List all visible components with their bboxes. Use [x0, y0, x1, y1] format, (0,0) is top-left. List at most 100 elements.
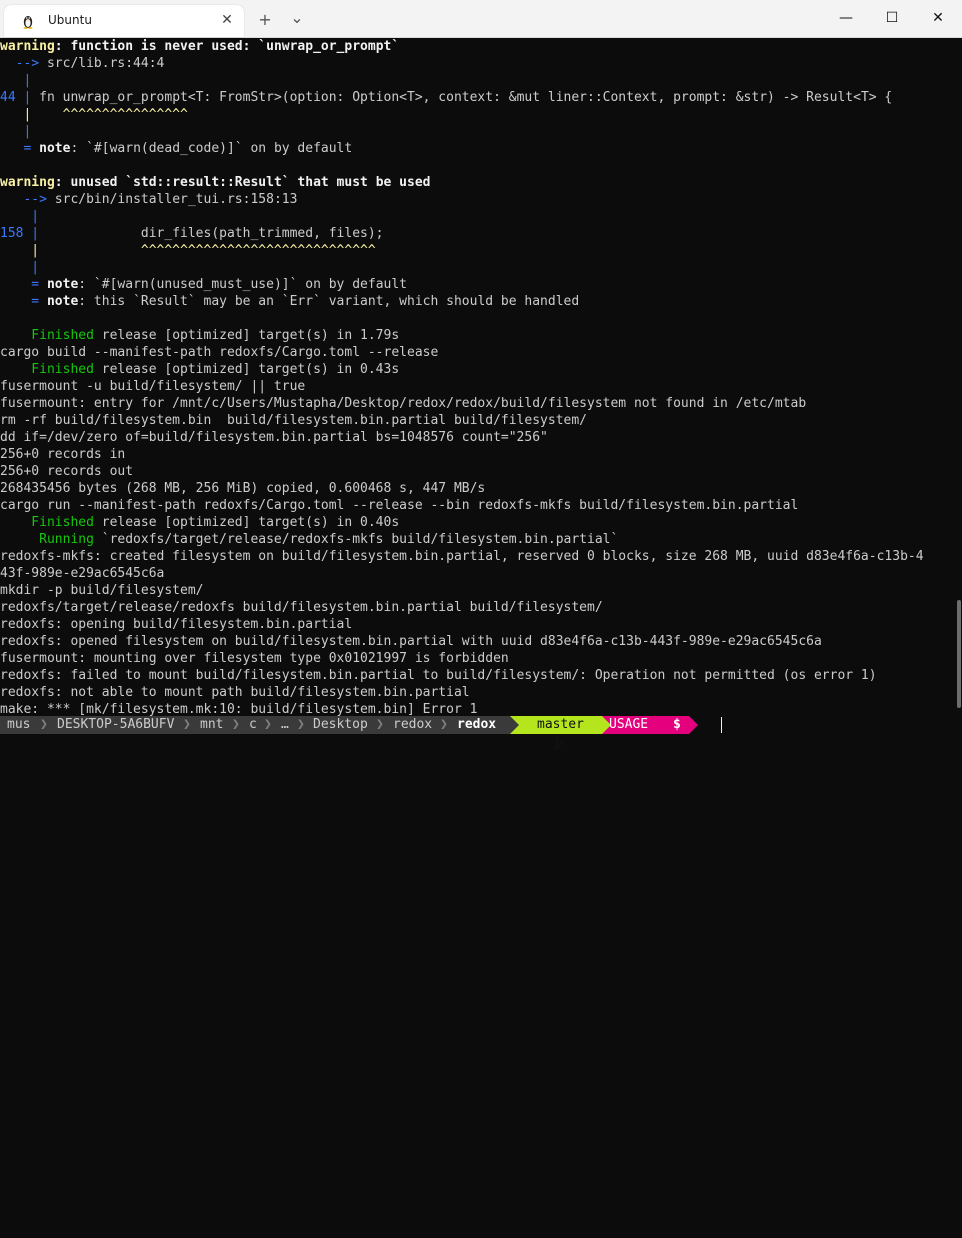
prompt-host: DESKTOP-5A6BUFV — [57, 717, 175, 732]
terminal-line: cargo run --manifest-path redoxfs/Cargo.… — [0, 497, 950, 514]
terminal-text: Finished — [0, 515, 94, 530]
terminal-line: | — [0, 72, 950, 89]
prompt-separator: ❯ — [297, 717, 305, 732]
terminal-line: Finished release [optimized] target(s) i… — [0, 361, 950, 378]
terminal-line: | ^^^^^^^^^^^^^^^^ — [0, 106, 950, 123]
terminal-line: = note: `#[warn(dead_code)]` on by defau… — [0, 140, 950, 157]
terminal-line: cargo build --manifest-path redoxfs/Carg… — [0, 344, 950, 361]
terminal-text: : `#[warn(dead_code)]` on by default — [70, 141, 353, 156]
linux-penguin-icon — [20, 13, 36, 29]
prompt-separator: ❯ — [264, 717, 272, 732]
terminal-line: 268435456 bytes (268 MB, 256 MiB) copied… — [0, 480, 950, 497]
terminal-line: dd if=/dev/zero of=build/filesystem.bin.… — [0, 429, 950, 446]
terminal-output[interactable]: warning: function is never used: `unwrap… — [0, 38, 950, 716]
terminal-text: Running — [0, 532, 94, 547]
terminal-text: make: *** [mk/filesystem.mk:10: build/fi… — [0, 702, 478, 716]
terminal-line: redoxfs: not able to mount path build/fi… — [0, 684, 950, 701]
terminal-text: | — [0, 209, 40, 224]
terminal-text: | ^^^^^^^^^^^^^^^^^^^^^^^^^^^^^^ — [0, 243, 376, 258]
terminal-text: fn unwrap_or_prompt<T: FromStr>(option: … — [31, 90, 893, 105]
terminal-line: 44 | fn unwrap_or_prompt<T: FromStr>(opt… — [0, 89, 950, 106]
terminal-line: | — [0, 123, 950, 140]
terminal-text: | — [0, 260, 40, 275]
terminal-line: mkdir -p build/filesystem/ — [0, 582, 950, 599]
prompt-separator: ❯ — [40, 717, 48, 732]
terminal-text: Finished — [0, 328, 94, 343]
terminal-line: --> src/bin/installer_tui.rs:158:13 — [0, 191, 950, 208]
terminal-line: 43f-989e-e29ac6545c6a — [0, 565, 950, 582]
terminal-text: mkdir -p build/filesystem/ — [0, 583, 204, 598]
terminal-text: --> — [0, 192, 55, 207]
terminal-text: --> — [0, 56, 47, 71]
terminal-text: `redoxfs/target/release/redoxfs-mkfs bui… — [93, 532, 619, 547]
terminal-text: note — [39, 141, 71, 156]
terminal-line: = note: this `Result` may be an `Err` va… — [0, 293, 950, 310]
terminal-text: cargo run --manifest-path redoxfs/Cargo.… — [0, 498, 799, 513]
tab-ubuntu[interactable]: Ubuntu ✕ — [4, 5, 244, 37]
shell-prompt: mus ❯ DESKTOP-5A6BUFV ❯ mnt ❯ c ❯ … ❯ De… — [0, 716, 962, 750]
tab-title: Ubuntu — [48, 13, 92, 27]
terminal-text: redoxfs: opening build/filesystem.bin.pa… — [0, 617, 353, 632]
scrollbar-thumb[interactable] — [957, 600, 961, 708]
terminal-text: fusermount: entry for /mnt/c/Users/Musta… — [0, 396, 807, 411]
terminal-text: 44 | — [0, 90, 32, 105]
prompt-branch: master — [537, 717, 584, 732]
close-window-button[interactable]: ✕ — [915, 0, 961, 37]
prompt-separator: ❯ — [183, 717, 191, 732]
terminal-text: 256+0 records out — [0, 464, 134, 479]
terminal-text: = — [0, 294, 47, 309]
terminal-text: redoxfs/target/release/redoxfs build/fil… — [0, 600, 603, 615]
terminal-text: src/bin/installer_tui.rs:158:13 — [54, 192, 298, 207]
minimize-button[interactable]: — — [823, 0, 869, 37]
terminal-line: warning: function is never used: `unwrap… — [0, 38, 950, 55]
terminal-text: redoxfs: not able to mount path build/fi… — [0, 685, 470, 700]
close-tab-icon[interactable]: ✕ — [219, 12, 235, 28]
terminal-text: release [optimized] target(s) in 1.79s — [93, 328, 400, 343]
prompt-separator: ❯ — [232, 717, 240, 732]
terminal-text: = — [0, 277, 47, 292]
terminal-line: | — [0, 259, 950, 276]
terminal-text: 43f-989e-e29ac6545c6a — [0, 566, 165, 581]
title-bar: Ubuntu ✕ + ⌄ — ☐ ✕ — [0, 0, 962, 38]
terminal-text: : this `Result` may be an `Err` variant,… — [78, 294, 580, 309]
terminal-text: cargo build --manifest-path redoxfs/Carg… — [0, 345, 439, 360]
terminal-line: | — [0, 208, 950, 225]
terminal-text: release [optimized] target(s) in 0.43s — [93, 362, 400, 377]
terminal-text: warning — [0, 39, 55, 54]
terminal-text: : function is never used: `unwrap_or_pro… — [54, 39, 400, 54]
prompt-user: mus — [7, 717, 31, 732]
terminal-line: make: *** [mk/filesystem.mk:10: build/fi… — [0, 701, 950, 716]
prompt-path-2: … — [281, 717, 289, 732]
terminal-line: warning: unused `std::result::Result` th… — [0, 174, 950, 191]
terminal-text: = — [0, 141, 40, 156]
terminal-text: redoxfs: failed to mount build/filesyste… — [0, 668, 877, 683]
terminal-text: src/lib.rs:44:4 — [46, 56, 165, 71]
terminal-text: note — [46, 294, 79, 309]
terminal-text: fusermount: mounting over filesystem typ… — [0, 651, 509, 666]
terminal-line: fusermount: mounting over filesystem typ… — [0, 650, 950, 667]
new-tab-button[interactable]: + — [255, 10, 275, 30]
terminal-line: redoxfs: opened filesystem on build/file… — [0, 633, 950, 650]
dropdown-chevron-icon[interactable]: ⌄ — [287, 8, 307, 28]
terminal-text: dd if=/dev/zero of=build/filesystem.bin.… — [0, 430, 548, 445]
terminal-text: dir_files(path_trimmed, files); — [39, 226, 384, 241]
prompt-status: USAGE — [609, 717, 649, 732]
maximize-button[interactable]: ☐ — [869, 0, 915, 37]
terminal-line: 158 | dir_files(path_trimmed, files); — [0, 225, 950, 242]
terminal-line: fusermount: entry for /mnt/c/Users/Musta… — [0, 395, 950, 412]
terminal-line: --> src/lib.rs:44:4 — [0, 55, 950, 72]
terminal-text: 268435456 bytes (268 MB, 256 MiB) copied… — [0, 481, 486, 496]
terminal-line: fusermount -u build/filesystem/ || true — [0, 378, 950, 395]
prompt-separator: ❯ — [440, 717, 448, 732]
terminal-line: redoxfs-mkfs: created filesystem on buil… — [0, 548, 950, 565]
terminal-line: redoxfs: failed to mount build/filesyste… — [0, 667, 950, 684]
prompt-path-3: Desktop — [313, 717, 368, 732]
prompt-path-1: c — [249, 717, 257, 732]
terminal-text: Finished — [0, 362, 94, 377]
terminal-line: Finished release [optimized] target(s) i… — [0, 327, 950, 344]
prompt-symbol: $ — [673, 717, 681, 732]
terminal-line: 256+0 records in — [0, 446, 950, 463]
terminal-text: | ^^^^^^^^^^^^^^^^ — [0, 107, 188, 122]
